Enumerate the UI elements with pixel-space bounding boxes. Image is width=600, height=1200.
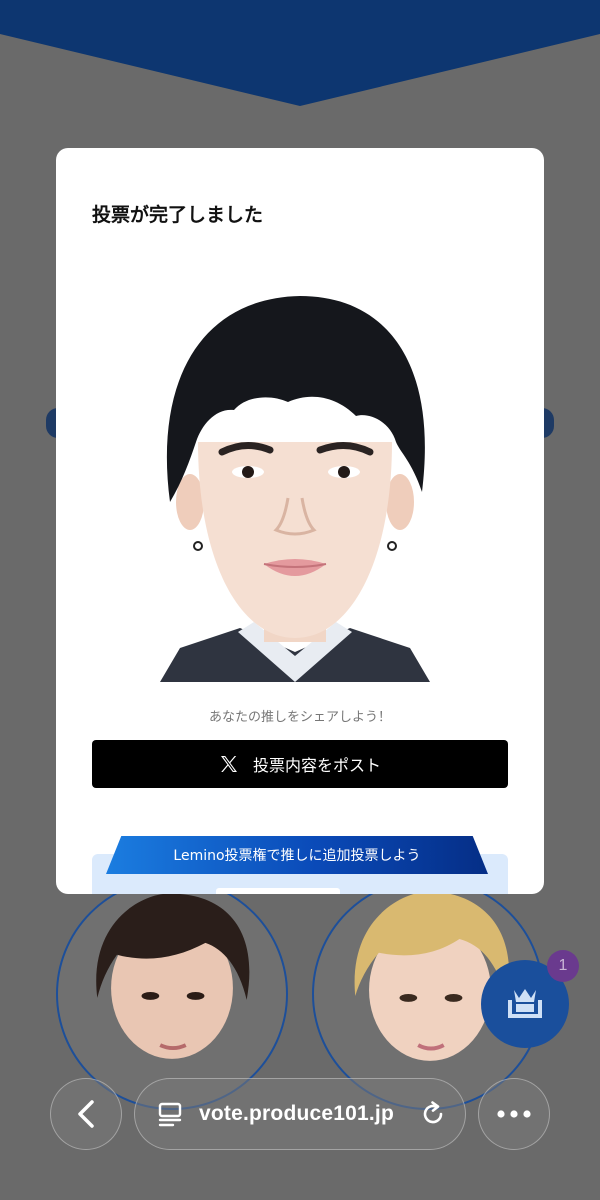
reload-icon[interactable]: [419, 1100, 447, 1128]
post-vote-button[interactable]: 投票内容をポスト: [92, 740, 508, 788]
chevron-left-icon: [78, 1100, 94, 1128]
address-bar[interactable]: vote.produce101.jp: [134, 1078, 466, 1150]
post-button-label: 投票内容をポスト: [252, 756, 381, 775]
top-banner: [0, 0, 600, 106]
more-dots-icon: [497, 1110, 531, 1118]
modal-title: 投票が完了しました: [92, 204, 264, 226]
share-caption: あなたの推しをシェアしよう！: [208, 710, 391, 725]
url-text: vote.produce101.jp: [199, 1102, 394, 1125]
vote-complete-modal: 投票が完了しました あなたの推しをシェアしよう！ 投票内容をポスト Lemino…: [56, 148, 544, 894]
notification-badge: 1: [547, 950, 579, 982]
trainee-portrait: [160, 296, 430, 682]
trainee-photo-left: [96, 893, 250, 1059]
back-button[interactable]: [50, 1078, 122, 1150]
more-menu-button[interactable]: [478, 1078, 550, 1150]
crown-ranking-icon: [508, 989, 542, 1018]
lemino-vote-banner[interactable]: Lemino投票権で推しに追加投票しよう: [106, 836, 488, 874]
trainee-card-left[interactable]: [56, 878, 288, 1110]
x-logo-icon: [220, 756, 237, 772]
page-menu-icon[interactable]: [157, 1101, 183, 1127]
lemino-panel-bar: [216, 888, 340, 894]
lemino-banner-label: Lemino投票権で推しに追加投票しよう: [173, 848, 421, 864]
